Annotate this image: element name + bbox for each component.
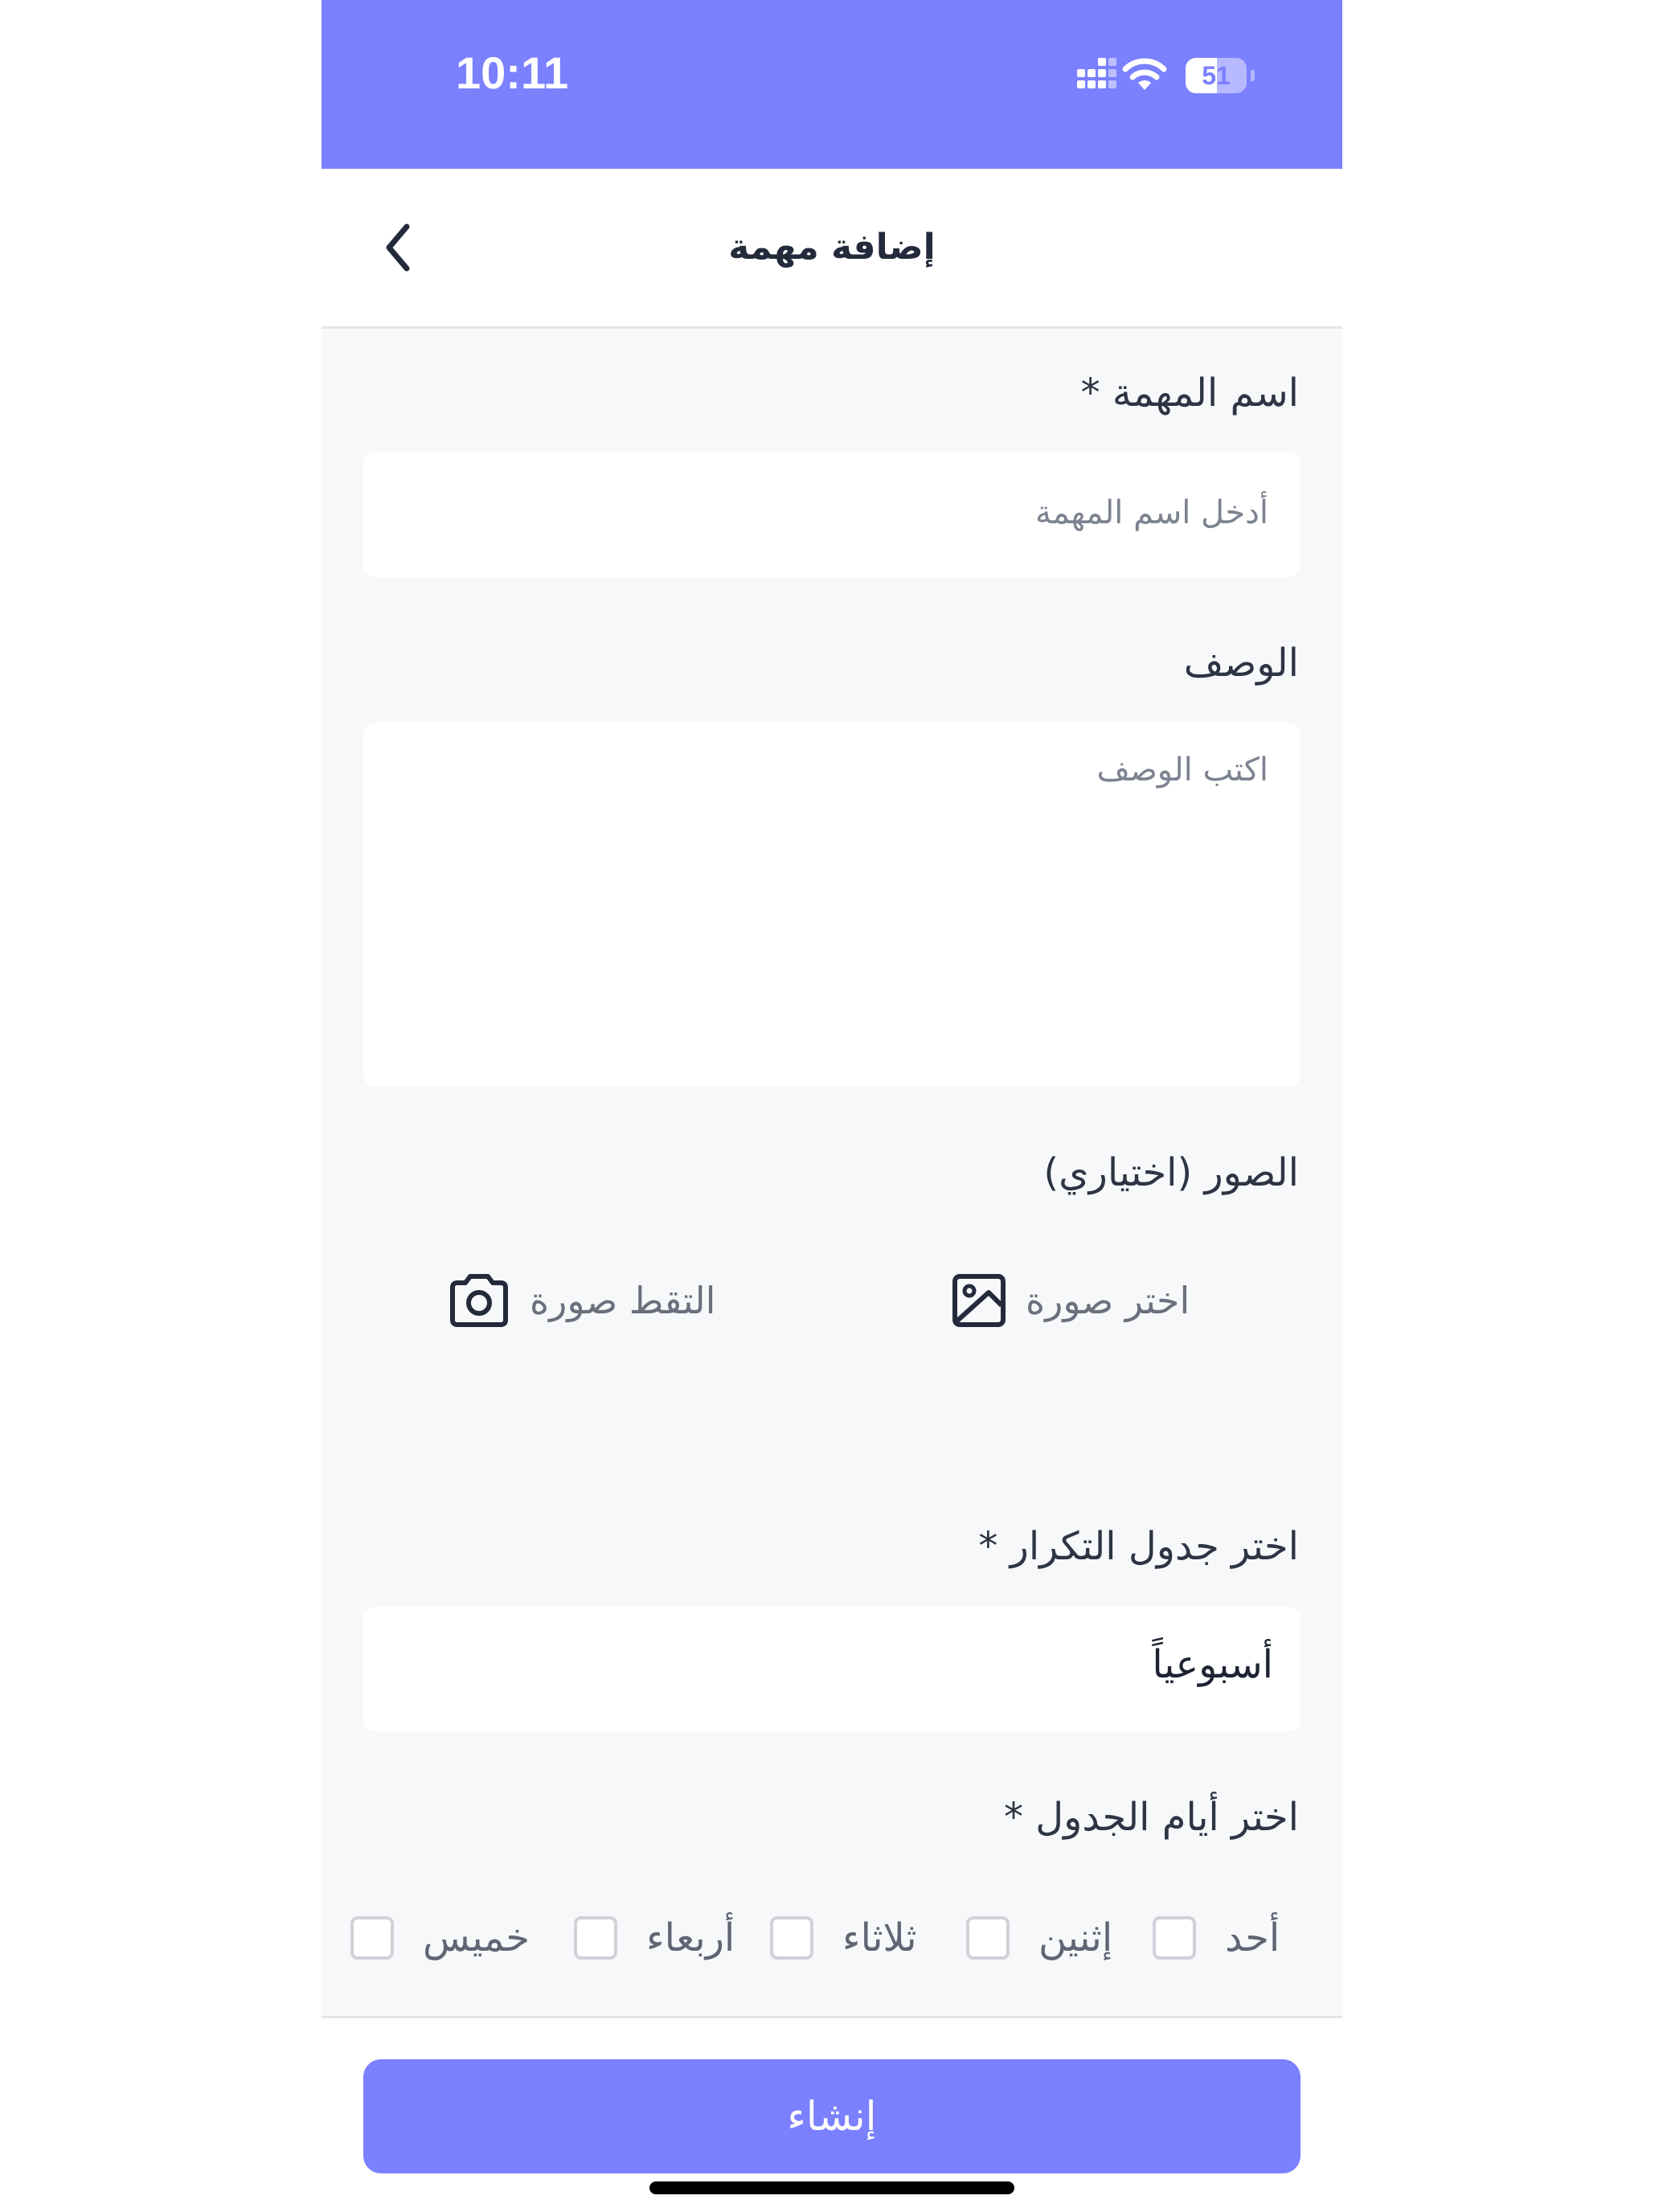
task-name-placeholder: أدخل اسم المهمة — [1034, 494, 1268, 531]
camera-icon — [450, 1274, 508, 1327]
day-option-monday[interactable]: إثنين — [966, 1906, 1112, 1970]
day-label: ثلاثاء — [842, 1915, 917, 1960]
wifi-icon — [1122, 58, 1167, 90]
choose-image-label: اختر صورة — [1026, 1279, 1190, 1322]
capture-image-button[interactable]: التقط صورة — [446, 1260, 715, 1341]
day-checkbox[interactable] — [770, 1916, 813, 1960]
back-button[interactable] — [370, 217, 426, 278]
repeat-schedule-label: اختر جدول التكرار * — [978, 1524, 1299, 1569]
task-form: اسم المهمة * أدخل اسم المهمة الوصف اكتب … — [322, 329, 1342, 2017]
day-option-wednesday[interactable]: أربعاء — [574, 1906, 735, 1970]
description-textarea[interactable]: اكتب الوصف — [363, 723, 1301, 1086]
day-option-tuesday[interactable]: ثلاثاء — [770, 1906, 917, 1970]
photos-label: الصور (اختياري) — [1043, 1150, 1299, 1195]
day-label: أربعاء — [646, 1915, 735, 1960]
day-option-thursday[interactable]: خميس — [350, 1906, 530, 1970]
day-label: إثنين — [1038, 1915, 1113, 1960]
day-label: أحد — [1225, 1915, 1280, 1960]
day-checkbox[interactable] — [350, 1916, 394, 1960]
schedule-days-group: أحد إثنين ثلاثاء أربعاء خميس — [322, 1906, 1342, 1970]
day-checkbox[interactable] — [574, 1916, 617, 1960]
schedule-days-label: اختر أيام الجدول * — [1004, 1795, 1299, 1840]
day-label: خميس — [423, 1915, 530, 1960]
day-checkbox[interactable] — [1153, 1916, 1196, 1960]
repeat-schedule-value: أسبوعياً — [1152, 1642, 1273, 1687]
navigation-header: إضافة مهمة — [322, 169, 1342, 329]
day-checkbox[interactable] — [966, 1916, 1010, 1960]
choose-image-button[interactable]: اختر صورة — [950, 1260, 1190, 1341]
status-bar: 10:11 51 — [322, 0, 1342, 169]
image-icon — [952, 1274, 1006, 1327]
repeat-schedule-select[interactable]: أسبوعياً — [363, 1607, 1301, 1731]
status-time: 10:11 — [456, 47, 569, 98]
cellular-signal-icon — [1077, 58, 1117, 95]
footer-divider — [322, 2016, 1342, 2018]
app-screen: 10:11 51 إضافة مهمة اسم المهمة * أدخل اس… — [322, 0, 1342, 2212]
task-name-label: اسم المهمة * — [1080, 371, 1299, 416]
description-label: الوصف — [1183, 641, 1299, 686]
capture-image-label: التقط صورة — [530, 1279, 716, 1322]
chevron-left-icon — [386, 223, 410, 272]
page-title: إضافة مهمة — [728, 227, 936, 268]
create-button[interactable]: إنشاء — [363, 2059, 1301, 2173]
day-option-sunday[interactable]: أحد — [1153, 1906, 1280, 1970]
description-placeholder: اكتب الوصف — [1096, 752, 1268, 789]
task-name-input[interactable]: أدخل اسم المهمة — [363, 453, 1301, 577]
home-indicator — [649, 2181, 1014, 2194]
battery-icon: 51 — [1186, 58, 1255, 93]
battery-level: 51 — [1202, 61, 1231, 90]
